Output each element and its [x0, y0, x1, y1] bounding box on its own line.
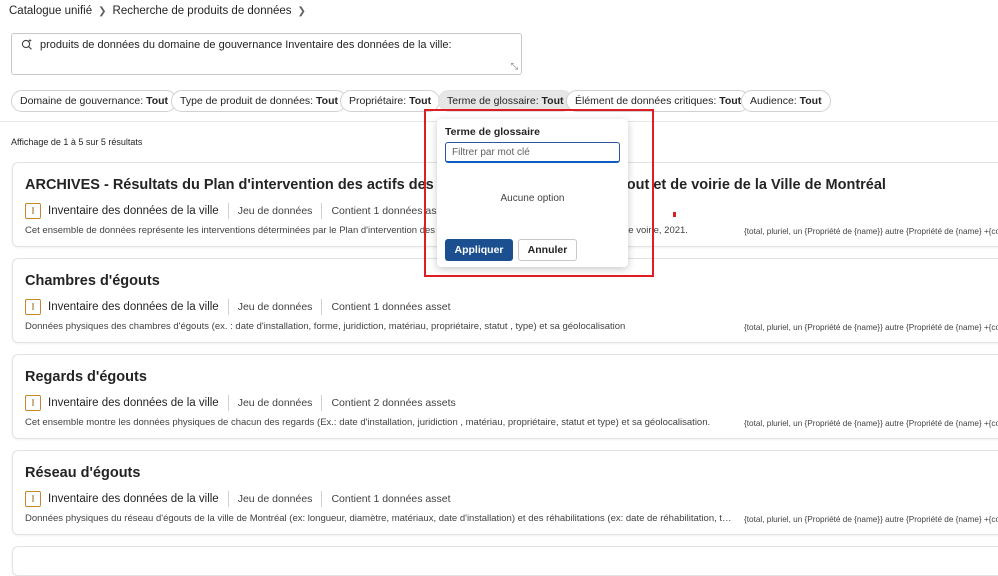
- breadcrumb-item-catalog[interactable]: Catalogue unifié: [9, 5, 92, 17]
- result-card[interactable]: Réseau d'égouts I Inventaire des données…: [12, 450, 998, 535]
- result-domain: Inventaire des données de la ville: [48, 493, 219, 505]
- result-type: Jeu de données: [237, 301, 313, 313]
- chevron-right-icon: ❯: [297, 5, 306, 17]
- glossary-term-dropdown: Terme de glossaire Aucune option Appliqu…: [437, 119, 628, 267]
- result-meta: I Inventaire des données de la ville Jeu…: [25, 393, 456, 413]
- result-meta: I Inventaire des données de la ville Jeu…: [25, 297, 451, 317]
- filter-label: Type de produit de données:: [180, 95, 314, 107]
- filter-governance-domain[interactable]: Domaine de gouvernance: Tout: [11, 90, 178, 112]
- keyword-filter-input[interactable]: [445, 142, 620, 163]
- domain-badge-icon: I: [25, 395, 41, 411]
- separator: [321, 203, 323, 219]
- result-owner-text: {total, pluriel, un {Propriété de {name}…: [744, 515, 998, 524]
- result-domain: Inventaire des données de la ville: [48, 301, 219, 313]
- result-domain: Inventaire des données de la ville: [48, 397, 219, 409]
- result-card[interactable]: Regards d'égouts I Inventaire des donnée…: [12, 354, 998, 439]
- result-meta: I Inventaire des données de la ville Jeu…: [25, 201, 451, 221]
- result-assets: Contient 1 données asset: [331, 301, 451, 313]
- separator: [227, 203, 229, 219]
- filter-value: Tout: [316, 95, 338, 107]
- result-domain: Inventaire des données de la ville: [48, 205, 219, 217]
- separator: [321, 491, 323, 507]
- result-type: Jeu de données: [237, 493, 313, 505]
- chevron-right-icon: ❯: [98, 5, 107, 17]
- result-type: Jeu de données: [237, 397, 313, 409]
- filter-owner[interactable]: Propriétaire: Tout: [340, 90, 441, 112]
- filter-label: Terme de glossaire:: [447, 95, 539, 107]
- result-card[interactable]: Chambres d'égouts I Inventaire des donné…: [12, 258, 998, 343]
- result-assets: Contient 1 données asset: [331, 493, 451, 505]
- separator: [321, 395, 323, 411]
- filter-value: Tout: [719, 95, 742, 107]
- filter-label: Audience:: [750, 95, 797, 107]
- separator: [227, 395, 229, 411]
- filter-value: Tout: [541, 95, 564, 107]
- breadcrumb: Catalogue unifié ❯ Recherche de produits…: [9, 5, 306, 17]
- no-options-text: Aucune option: [500, 193, 565, 204]
- filter-glossary-term[interactable]: Terme de glossaire: Tout: [438, 90, 573, 112]
- red-marker: [673, 212, 676, 217]
- result-card[interactable]: [12, 546, 998, 576]
- result-title[interactable]: Chambres d'égouts: [25, 273, 160, 289]
- search-input[interactable]: produits de données du domaine de gouver…: [11, 33, 522, 75]
- separator: [227, 491, 229, 507]
- domain-badge-icon: I: [25, 491, 41, 507]
- cancel-button[interactable]: Annuler: [518, 239, 577, 261]
- sparkle-search-icon: [21, 38, 33, 53]
- result-description: Cet ensemble de données représente les i…: [25, 225, 688, 236]
- result-title[interactable]: Réseau d'égouts: [25, 465, 140, 481]
- dropdown-title: Terme de glossaire: [445, 126, 540, 138]
- filter-value: Tout: [409, 95, 432, 107]
- filter-value: Tout: [799, 95, 822, 107]
- result-assets: Contient 1 données asset: [331, 205, 451, 217]
- result-owner-text: {total, pluriel, un {Propriété de {name}…: [744, 323, 998, 332]
- filter-data-product-type[interactable]: Type de produit de données: Tout: [171, 90, 347, 112]
- domain-badge-icon: I: [25, 203, 41, 219]
- breadcrumb-item-search[interactable]: Recherche de produits de données: [113, 5, 292, 17]
- result-type: Jeu de données: [237, 205, 313, 217]
- filter-label: Élément de données critiques:: [575, 95, 717, 107]
- domain-badge-icon: I: [25, 299, 41, 315]
- search-query-text[interactable]: produits de données du domaine de gouver…: [40, 39, 452, 51]
- filter-value: Tout: [146, 95, 169, 107]
- result-assets: Contient 2 données assets: [331, 397, 456, 409]
- result-owner-text: {total, pluriel, un {Propriété de {name}…: [744, 227, 998, 236]
- result-description: Données physiques des chambres d'égouts …: [25, 321, 626, 332]
- filter-critical-data-element[interactable]: Élément de données critiques: Tout: [566, 90, 751, 112]
- result-title[interactable]: Regards d'égouts: [25, 369, 147, 385]
- result-description: Données physiques du réseau d'égouts de …: [25, 513, 735, 524]
- result-description: Cet ensemble montre les données physique…: [25, 417, 711, 428]
- results-count: Affichage de 1 à 5 sur 5 résultats: [11, 137, 143, 147]
- filter-label: Domaine de gouvernance:: [20, 95, 144, 107]
- filter-label: Propriétaire:: [349, 95, 407, 107]
- result-owner-text: {total, pluriel, un {Propriété de {name}…: [744, 419, 998, 428]
- separator: [321, 299, 323, 315]
- resize-handle-icon[interactable]: ⤡: [511, 61, 518, 72]
- result-meta: I Inventaire des données de la ville Jeu…: [25, 489, 451, 509]
- apply-button[interactable]: Appliquer: [445, 239, 513, 261]
- filter-audience[interactable]: Audience: Tout: [741, 90, 831, 112]
- separator: [227, 299, 229, 315]
